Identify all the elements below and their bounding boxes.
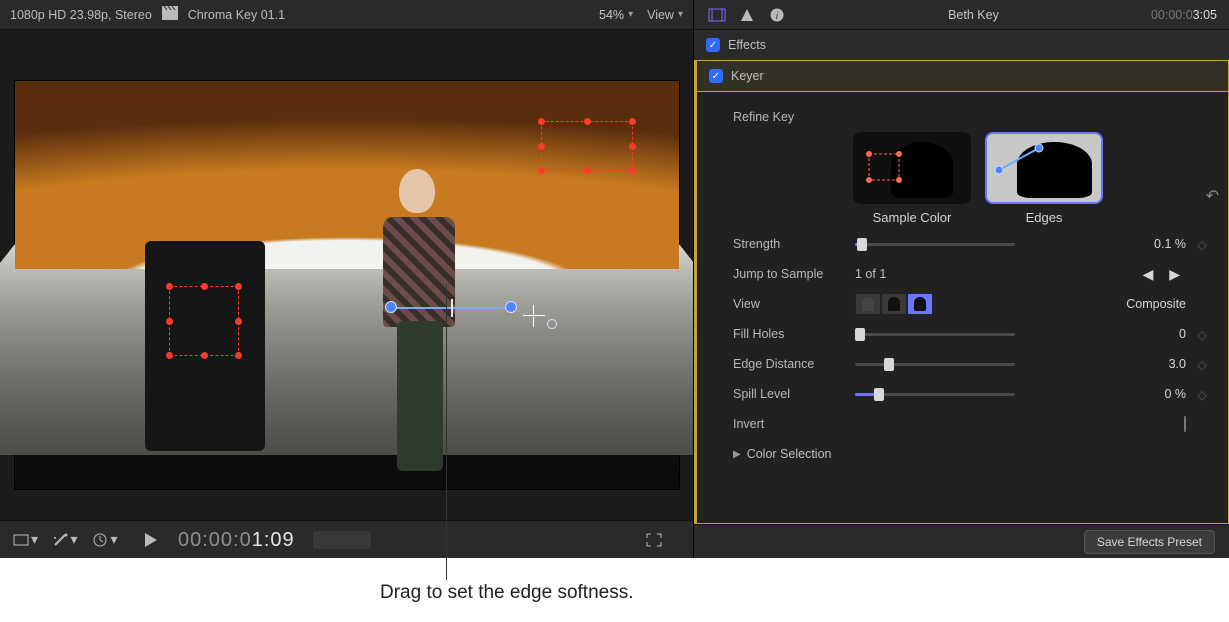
chevron-down-icon[interactable]: ▾ — [628, 9, 633, 20]
view-original-button[interactable] — [855, 293, 881, 315]
keyframe-icon[interactable]: ◇ — [1192, 327, 1212, 342]
inspector-timecode: 00:00:03:05 — [1151, 7, 1217, 22]
viewer-canvas[interactable] — [0, 30, 693, 520]
keyer-checkbox[interactable]: ✓ — [709, 69, 723, 83]
play-button[interactable] — [138, 530, 164, 550]
edge-endpoint[interactable] — [505, 301, 517, 313]
fill-holes-slider[interactable] — [855, 333, 1015, 336]
retime-tool-icon[interactable]: ▾ — [92, 530, 118, 550]
caption-text: Drag to set the edge softness. — [380, 582, 634, 604]
sample-color-tool[interactable]: Sample Color — [853, 132, 971, 225]
info-tab-icon[interactable]: i — [766, 6, 788, 24]
edge-softness-handle[interactable] — [391, 307, 511, 309]
fill-holes-value[interactable]: 0 — [1122, 327, 1192, 341]
inspector-footer: Save Effects Preset — [694, 524, 1229, 558]
keyer-label: Keyer — [731, 69, 764, 83]
sample-color-rect[interactable] — [169, 286, 239, 356]
view-label: View — [733, 297, 855, 311]
keyer-section-header[interactable]: ✓ Keyer — [694, 60, 1229, 92]
fullscreen-icon[interactable] — [641, 530, 667, 550]
chevron-down-icon[interactable]: ▾ — [678, 9, 683, 20]
edge-softness-tick[interactable] — [451, 299, 453, 317]
jump-value: 1 of 1 — [855, 267, 886, 281]
edge-cursor-ring-icon — [547, 319, 557, 329]
strength-label: Strength — [733, 237, 855, 251]
save-effects-preset-button[interactable]: Save Effects Preset — [1084, 530, 1215, 554]
sample-color-rect[interactable] — [541, 121, 633, 171]
clapperboard-icon[interactable] — [162, 6, 178, 23]
keyframe-icon[interactable]: ◇ — [1192, 387, 1212, 402]
effects-section-header[interactable]: ✓ Effects — [694, 30, 1229, 60]
view-mode-buttons[interactable] — [855, 293, 933, 315]
strength-slider[interactable] — [855, 243, 1015, 246]
viewer-panel: 1080p HD 23.98p, Stereo Chroma Key 01.1 … — [0, 0, 694, 558]
keyer-parameters: Refine Key Sample Color Edges ↶ Streng — [694, 92, 1229, 524]
disclosure-triangle-icon[interactable]: ▶ — [733, 449, 741, 460]
edge-distance-slider[interactable] — [855, 363, 1015, 366]
strength-value[interactable]: 0.1 % — [1122, 237, 1192, 251]
jump-label: Jump to Sample — [733, 267, 855, 281]
clip-name: Chroma Key 01.1 — [188, 8, 285, 22]
generator-tab-icon[interactable] — [736, 6, 758, 24]
keyframe-icon[interactable]: ◇ — [1192, 357, 1212, 372]
crosshair-cursor-icon — [523, 305, 545, 327]
spill-level-value[interactable]: 0 % — [1122, 387, 1192, 401]
jump-nav[interactable]: ◀ ▶ — [1122, 266, 1192, 283]
view-composite-button[interactable] — [907, 293, 933, 315]
inspector-panel: i Beth Key 00:00:03:05 ✓ Effects ✓ Keyer… — [694, 0, 1229, 558]
spill-level-label: Spill Level — [733, 387, 855, 401]
spill-level-slider[interactable] — [855, 393, 1015, 396]
edge-distance-value[interactable]: 3.0 — [1122, 357, 1192, 371]
inspector-title: Beth Key — [796, 8, 1151, 22]
callout-line — [446, 284, 447, 580]
refine-key-label: Refine Key — [733, 110, 855, 124]
transform-tool-icon[interactable]: ▾ — [12, 530, 38, 550]
fill-holes-label: Fill Holes — [733, 327, 855, 341]
reset-icon[interactable]: ↶ — [1206, 186, 1219, 206]
viewer-header: 1080p HD 23.98p, Stereo Chroma Key 01.1 … — [0, 0, 693, 30]
keyframe-icon[interactable]: ◇ — [1192, 237, 1212, 252]
subject-silhouette — [355, 161, 485, 481]
video-tab-icon[interactable] — [706, 6, 728, 24]
color-selection-label[interactable]: Color Selection — [747, 447, 832, 461]
invert-label: Invert — [733, 417, 855, 431]
effects-label: Effects — [728, 38, 766, 52]
format-label: 1080p HD 23.98p, Stereo — [10, 8, 152, 22]
composited-scene — [14, 80, 680, 490]
zoom-value[interactable]: 54% — [599, 8, 624, 22]
inspector-header: i Beth Key 00:00:03:05 — [694, 0, 1229, 30]
view-value: Composite — [1102, 297, 1192, 311]
edges-tool[interactable]: Edges — [985, 132, 1103, 225]
skimmer-bar[interactable] — [313, 531, 371, 549]
invert-checkbox[interactable] — [1184, 416, 1186, 432]
edge-endpoint[interactable] — [385, 301, 397, 313]
viewer-toolbar: ▾ ▾ ▾ 00:00:01:09 — [0, 520, 693, 558]
viewer-timecode[interactable]: 00:00:01:09 — [178, 527, 295, 552]
view-menu[interactable]: View — [647, 8, 674, 22]
enhance-tool-icon[interactable]: ▾ — [52, 530, 78, 550]
edge-distance-label: Edge Distance — [733, 357, 855, 371]
effects-checkbox[interactable]: ✓ — [706, 38, 720, 52]
view-matte-button[interactable] — [881, 293, 907, 315]
